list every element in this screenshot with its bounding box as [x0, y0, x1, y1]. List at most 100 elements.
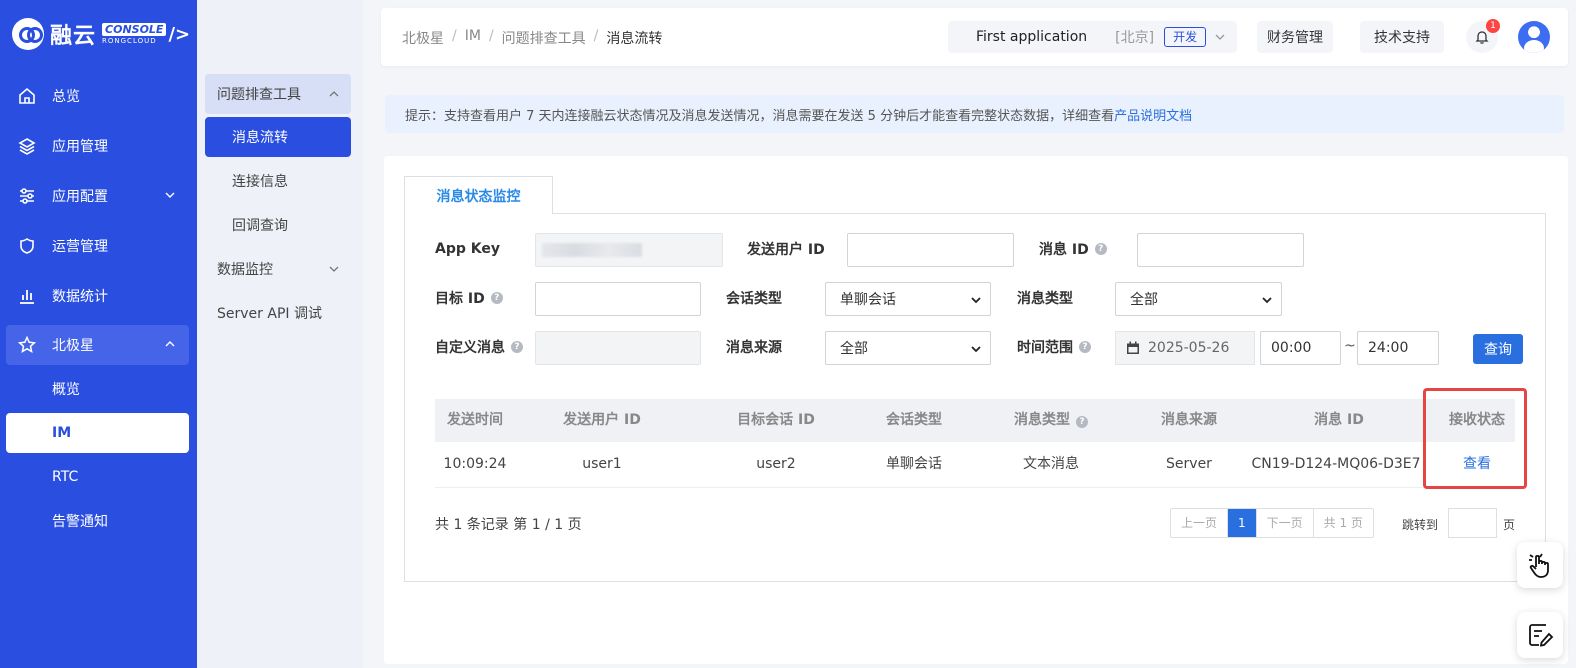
custom-msg-label: 自定义消息? — [435, 330, 523, 364]
chevron-down-icon — [1262, 297, 1272, 304]
sender-id-label: 发送用户 ID — [747, 242, 825, 258]
target-id-input[interactable] — [535, 282, 701, 316]
page-button-current[interactable]: 1 — [1227, 509, 1256, 537]
column-header: 消息 ID — [1314, 412, 1364, 428]
float-feedback-button[interactable] — [1517, 612, 1563, 658]
app-selector[interactable]: First application [北京] 开发 — [948, 21, 1237, 53]
msg-type-label: 消息类型 — [1017, 291, 1073, 307]
time-range-label: 时间范围? — [1017, 330, 1091, 364]
help-icon[interactable]: ? — [1079, 341, 1091, 353]
doc-link[interactable]: 产品说明文档 — [1114, 105, 1192, 124]
message-id-label: 消息 ID? — [1039, 232, 1107, 266]
target-id-label: 目标 ID? — [435, 281, 503, 315]
logo-icon — [12, 18, 44, 50]
table-header: 发送时间 发送用户 ID 目标会话 ID 会话类型 消息类型? 消息来源 消息 … — [435, 399, 1515, 442]
breadcrumb-item[interactable]: 北极星 — [402, 28, 444, 48]
avatar[interactable] — [1518, 21, 1550, 53]
subnav-item-message-flow[interactable]: 消息流转 — [205, 117, 351, 157]
msg-type-select[interactable]: 全部 — [1115, 282, 1282, 316]
column-header: 发送时间 — [447, 412, 503, 428]
cell-conv-type: 单聊会话 — [886, 456, 942, 472]
table-row: 10:09:24 user1 user2 单聊会话 文本消息 Server CN… — [435, 442, 1515, 488]
app-region: [北京] — [1115, 30, 1155, 46]
sidebar-sub-rtc[interactable]: RTC — [6, 457, 189, 497]
date-picker[interactable]: 2025-05-26 — [1115, 331, 1255, 365]
tab-message-status[interactable]: 消息状态监控 — [404, 176, 553, 214]
sidebar-item-operations[interactable]: 运营管理 — [6, 226, 189, 266]
cell-sender-id: user1 — [582, 456, 622, 472]
conv-type-select[interactable]: 单聊会话 — [825, 282, 991, 316]
subnav-group-data-monitor[interactable]: 数据监控 — [205, 249, 351, 289]
top-header: 北极星 / IM / 问题排查工具 / 消息流转 First applicati… — [381, 8, 1568, 66]
brand-logo[interactable]: 融云 CONSOLE RONGCLOUD /> — [12, 16, 190, 52]
jump-page-input[interactable] — [1448, 508, 1497, 538]
bar-chart-icon — [18, 287, 36, 305]
cell-target-id: user2 — [756, 456, 796, 472]
breadcrumb: 北极星 / IM / 问题排查工具 / 消息流转 — [402, 28, 663, 48]
breadcrumb-item[interactable]: 问题排查工具 — [502, 28, 586, 48]
sidebar-sub-alerts[interactable]: 告警通知 — [6, 501, 189, 541]
sidebar-item-app-management[interactable]: 应用管理 — [6, 126, 189, 166]
help-icon[interactable]: ? — [1076, 416, 1088, 428]
message-id-input[interactable] — [1137, 233, 1304, 267]
subnav-item-callback-query[interactable]: 回调查询 — [205, 205, 351, 245]
highlight-box — [1423, 388, 1527, 489]
next-page-button[interactable]: 下一页 — [1255, 509, 1313, 537]
secondary-sidebar: 问题排查工具 消息流转 连接信息 回调查询 数据监控 Server API 调试 — [197, 0, 363, 668]
column-header: 发送用户 ID — [563, 412, 641, 428]
sidebar-sub-overview[interactable]: 概览 — [6, 369, 189, 409]
notification-badge: 1 — [1486, 19, 1500, 33]
sender-id-input[interactable] — [847, 233, 1014, 267]
breadcrumb-item[interactable]: IM — [465, 28, 481, 48]
sidebar-item-label: 运营管理 — [52, 239, 108, 255]
help-icon[interactable]: ? — [490, 292, 503, 304]
custom-msg-input — [535, 331, 701, 365]
sidebar-item-statistics[interactable]: 数据统计 — [6, 276, 189, 316]
prev-page-button[interactable]: 上一页 — [1171, 509, 1227, 537]
subnav-item-connection-info[interactable]: 连接信息 — [205, 161, 351, 201]
subnav-group-label: 问题排查工具 — [217, 87, 301, 103]
sidebar-item-overview[interactable]: 总览 — [6, 76, 189, 116]
column-header: 目标会话 ID — [737, 412, 815, 428]
record-summary: 共 1 条记录 第 1 / 1 页 — [435, 517, 582, 533]
time-end-input[interactable] — [1357, 331, 1439, 365]
cell-message-id: CN19-D124-MQ06-D3E7 — [1251, 456, 1421, 472]
help-icon[interactable]: ? — [1094, 243, 1107, 255]
range-separator: ~ — [1344, 338, 1356, 354]
chevron-up-icon — [165, 341, 175, 347]
msg-source-select[interactable]: 全部 — [825, 331, 991, 365]
conv-type-label: 会话类型 — [726, 291, 782, 307]
app-name: First application — [976, 29, 1088, 45]
float-help-button[interactable] — [1517, 542, 1563, 588]
cell-send-time: 10:09:24 — [443, 456, 507, 472]
subnav-group-label: 数据监控 — [217, 262, 273, 278]
finance-button[interactable]: 财务管理 — [1257, 21, 1333, 53]
jump-suffix: 页 — [1503, 518, 1516, 532]
subnav-group-troubleshoot[interactable]: 问题排查工具 — [205, 74, 351, 114]
subnav-item-server-api[interactable]: Server API 调试 — [205, 293, 351, 333]
sidebar-item-polaris[interactable]: 北极星 — [6, 325, 189, 365]
cell-msg-source: Server — [1166, 456, 1212, 472]
sidebar-sub-im[interactable]: IM — [6, 413, 189, 453]
calendar-icon — [1127, 341, 1139, 354]
brand-slash: /> — [168, 23, 191, 45]
primary-sidebar: 融云 CONSOLE RONGCLOUD /> 总览 应用管理 应用配置 运营管… — [0, 0, 197, 668]
sidebar-item-label: 北极星 — [52, 338, 94, 354]
cell-msg-type: 文本消息 — [1023, 456, 1079, 472]
time-start-input[interactable] — [1260, 331, 1341, 365]
sidebar-item-label: 应用管理 — [52, 139, 108, 155]
brand-name: 融云 — [50, 24, 97, 49]
sidebar-item-app-config[interactable]: 应用配置 — [6, 176, 189, 216]
chevron-down-icon — [971, 346, 981, 353]
support-button[interactable]: 技术支持 — [1360, 21, 1444, 53]
brand-console: CONSOLE — [102, 23, 167, 36]
sliders-icon — [18, 187, 36, 205]
jump-label: 跳转到 — [1402, 518, 1439, 532]
msg-source-label: 消息来源 — [726, 340, 782, 356]
home-icon — [18, 87, 36, 105]
app-key-label: App Key — [435, 241, 500, 257]
chevron-down-icon — [1215, 34, 1225, 40]
help-icon[interactable]: ? — [511, 341, 523, 353]
query-button[interactable]: 查询 — [1473, 334, 1523, 364]
column-header: 会话类型 — [886, 412, 942, 428]
